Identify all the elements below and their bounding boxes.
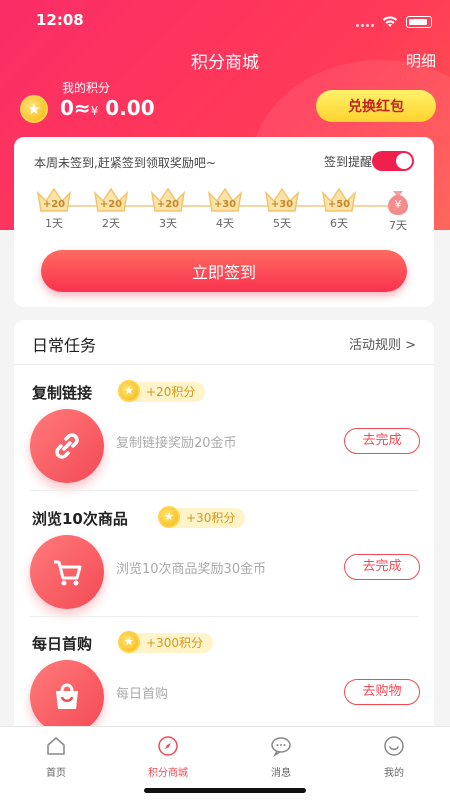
task-action-button[interactable]: 去购物	[344, 679, 420, 705]
task-reward: +300积分	[146, 636, 203, 650]
task-description: 复制链接奖励20金币	[116, 436, 237, 451]
task-name: 复制链接	[32, 384, 93, 402]
tab-label: 首页	[46, 768, 66, 779]
task-reward: +20积分	[146, 385, 196, 399]
toggle-knob	[396, 153, 412, 169]
status-icons	[354, 12, 432, 31]
divider	[30, 616, 418, 617]
signin-day: +30 5天	[262, 185, 302, 231]
task-action-button[interactable]: 去完成	[344, 554, 420, 580]
tasks-title: 日常任务	[32, 336, 97, 355]
coin-icon: ★	[158, 506, 180, 528]
tab-label: 消息	[271, 768, 291, 779]
tab-profile[interactable]: 我的	[354, 735, 434, 779]
signin-day: +20 2天	[91, 185, 131, 231]
day-bonus: +20	[156, 199, 180, 210]
crown-icon: +20	[92, 185, 130, 215]
day-label: 1天	[45, 217, 63, 230]
message-icon	[271, 737, 291, 757]
signin-tip: 本周未签到,赶紧签到领取奖励吧~	[34, 156, 216, 170]
wifi-icon	[382, 15, 398, 27]
tab-messages[interactable]: 消息	[241, 735, 321, 779]
task-reward-badge: ★ +300积分	[118, 631, 213, 653]
signal-icon	[354, 12, 374, 31]
signin-day: +20 3天	[148, 185, 188, 231]
status-bar: 12:08	[36, 10, 432, 30]
home-indicator	[144, 788, 306, 793]
task-reward: +30积分	[186, 511, 236, 525]
crown-icon: +30	[206, 185, 244, 215]
divider	[30, 490, 418, 491]
currency-symbol: ¥	[90, 104, 99, 118]
coin-icon: ★	[118, 631, 140, 653]
tab-label: 我的	[384, 768, 404, 779]
signin-days: +20 1天 +20 2天 +20 3天 +30 4天 +30 5天 +50 6…	[34, 185, 424, 237]
points-value: 0≈¥ 0.00	[60, 96, 155, 120]
tab-points-mall[interactable]: 积分商城	[128, 735, 208, 779]
coin-icon: ★	[20, 95, 48, 123]
signin-remind-toggle[interactable]	[372, 151, 414, 171]
day-bonus: +30	[213, 199, 237, 210]
signin-day: +50 6天	[319, 185, 359, 231]
coin-icon: ★	[118, 380, 140, 402]
task-reward-badge: ★ +30积分	[158, 506, 246, 528]
home-icon	[47, 737, 65, 755]
daily-tasks-card: 日常任务 活动规则 > 复制链接 ★ +20积分 复制链接奖励20金币 去完成 浏…	[14, 320, 434, 740]
day-label: 2天	[102, 217, 120, 230]
tab-home[interactable]: 首页	[16, 735, 96, 779]
day-bonus: +20	[99, 199, 123, 210]
day-bonus: ¥	[394, 198, 402, 211]
profile-icon	[384, 736, 404, 756]
signin-day: +30 4天	[205, 185, 245, 231]
activity-rules-link[interactable]: 活动规则 >	[349, 334, 416, 353]
task-name: 每日首购	[32, 635, 93, 653]
task-description: 浏览10次商品奖励30金币	[116, 562, 267, 577]
points-label: 我的积分	[62, 81, 111, 95]
compass-icon	[158, 736, 178, 756]
crown-icon: +20	[149, 185, 187, 215]
day-bonus: +20	[42, 199, 66, 210]
crown-icon: +20	[35, 185, 73, 215]
page-title: 积分商城	[191, 53, 259, 73]
task-reward-badge: ★ +20积分	[118, 380, 206, 402]
tab-label: 积分商城	[148, 768, 188, 779]
day-label: 7天	[389, 219, 407, 232]
signin-remind-label: 签到提醒	[323, 155, 372, 169]
crown-icon: +50	[320, 185, 358, 215]
task-name: 浏览10次商品	[32, 510, 128, 528]
day-label: 5天	[273, 217, 291, 230]
money-bag-icon: ¥	[381, 185, 415, 217]
link-icon	[30, 409, 104, 483]
day-label: 4天	[216, 217, 234, 230]
task-description: 每日首购	[116, 687, 169, 702]
day-bonus: +30	[270, 199, 294, 210]
points-amount: 0.00	[105, 96, 155, 120]
signin-card: 本周未签到,赶紧签到领取奖励吧~ 签到提醒 +20 1天 +20 2天 +20 …	[14, 137, 434, 307]
divider	[14, 364, 434, 365]
battery-icon	[406, 15, 432, 28]
signin-day: +20 1天	[34, 185, 74, 231]
day-bonus: +50	[327, 199, 351, 210]
signin-day-final: ¥ 7天	[378, 185, 418, 233]
status-time: 12:08	[36, 11, 84, 29]
crown-icon: +30	[263, 185, 301, 215]
cart-icon	[30, 535, 104, 609]
detail-link[interactable]: 明细	[406, 50, 436, 71]
shopping-bag-icon	[30, 660, 104, 734]
signin-now-button[interactable]: 立即签到	[41, 250, 407, 292]
redeem-redpacket-button[interactable]: 兑换红包	[316, 90, 436, 122]
day-label: 6天	[330, 217, 348, 230]
task-action-button[interactable]: 去完成	[344, 428, 420, 454]
day-label: 3天	[159, 217, 177, 230]
points-approx: 0≈	[60, 96, 91, 120]
